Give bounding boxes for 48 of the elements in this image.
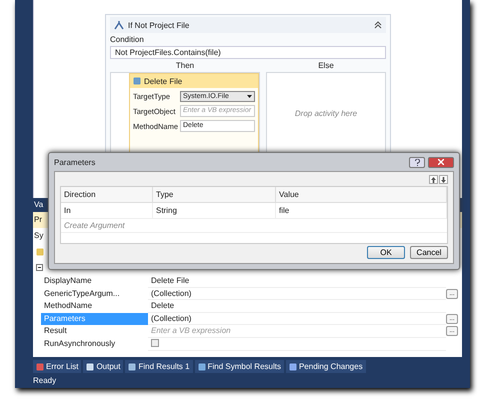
tool-tab[interactable]: Pending Changes xyxy=(286,360,366,373)
help-icon xyxy=(414,158,420,166)
up-arrow-icon xyxy=(431,176,436,182)
create-argument-row[interactable]: Create Argument xyxy=(61,219,447,233)
table-cell: file xyxy=(276,203,447,219)
condition-label: Condition xyxy=(110,35,145,44)
property-name[interactable]: DisplayName xyxy=(41,275,148,288)
column-header: Type xyxy=(153,187,276,203)
condition-field[interactable]: Not ProjectFiles.Contains(file) xyxy=(110,46,386,59)
column-header: Direction xyxy=(61,187,153,203)
caret-icon xyxy=(247,95,252,98)
property-value: (Collection) xyxy=(148,288,446,300)
checkbox[interactable] xyxy=(151,338,159,346)
branch-icon xyxy=(114,20,124,30)
activity-title: Delete File xyxy=(144,76,182,86)
status-text: Ready xyxy=(33,376,56,385)
close-icon xyxy=(438,159,444,165)
subheader-text: Sy xyxy=(34,231,44,241)
dialog-title: Parameters xyxy=(54,158,96,166)
help-button[interactable] xyxy=(409,156,425,168)
then-label: Then xyxy=(176,61,194,70)
panel-title: Va xyxy=(34,200,44,210)
activity-title: If Not Project File xyxy=(128,20,190,30)
down-arrow-icon xyxy=(441,176,446,182)
dialog-button[interactable]: Cancel xyxy=(410,246,448,259)
table-cell: In xyxy=(61,203,153,219)
close-button[interactable] xyxy=(428,156,454,168)
tool-tab[interactable]: Find Symbol Results xyxy=(194,360,284,373)
tool-tab[interactable]: Find Results 1 xyxy=(125,360,193,373)
tool-tab[interactable]: Error List xyxy=(33,360,82,373)
property-name[interactable]: RunAsynchronously xyxy=(41,338,148,350)
move-down-button[interactable] xyxy=(439,175,448,184)
collapse-icon[interactable] xyxy=(36,264,43,271)
else-label: Else xyxy=(318,61,334,70)
property-name[interactable]: MethodName xyxy=(41,300,148,312)
collapse-icon[interactable] xyxy=(374,21,382,29)
property-name[interactable]: GenericTypeArgum... xyxy=(41,288,148,300)
property-name[interactable]: Result xyxy=(41,325,148,338)
table-cell: String xyxy=(153,203,276,219)
property-value: Delete xyxy=(148,300,446,312)
property-value: (Collection) xyxy=(148,312,446,325)
move-up-button[interactable] xyxy=(429,175,438,184)
header-text: Pr xyxy=(34,215,42,225)
tool-tab[interactable]: Output xyxy=(83,360,124,373)
column-header: Value xyxy=(276,187,447,203)
dialog-button[interactable]: OK xyxy=(367,246,405,259)
property-value: Delete File xyxy=(148,275,446,288)
drop-hint: Drop activity here xyxy=(294,108,358,118)
